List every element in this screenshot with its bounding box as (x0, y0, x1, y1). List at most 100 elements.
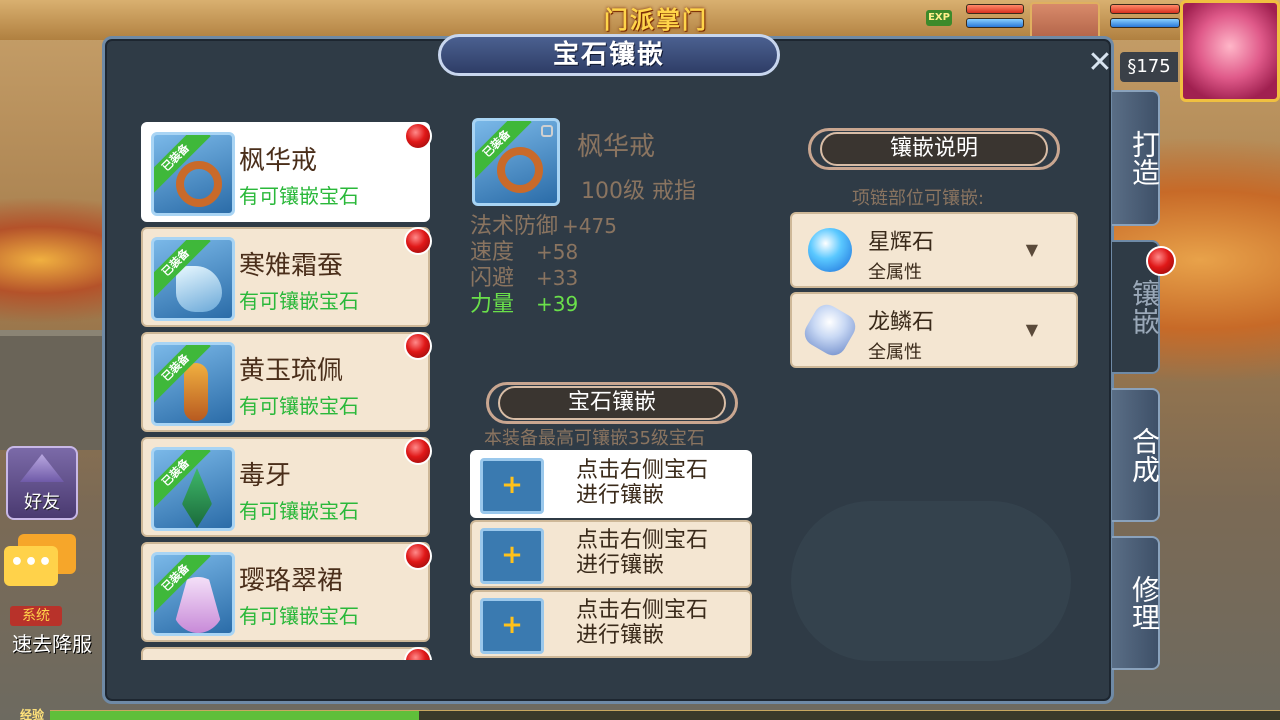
pet-mp-bar (966, 18, 1024, 28)
chat-bubble-front: ••• (4, 546, 58, 586)
equipment-item[interactable]: 已装备 毒牙 有可镶嵌宝石 (141, 437, 432, 537)
gem-name: 星辉石 (868, 230, 935, 255)
notification-dot-icon (404, 122, 432, 150)
hero-status-bars (1110, 4, 1180, 32)
dropdown-arrow-icon[interactable]: ▼ (1026, 240, 1038, 259)
item-name: 黄玉琉佩 (239, 356, 344, 386)
gem-socket[interactable]: + 点击右侧宝石 进行镶嵌 (470, 520, 752, 588)
socket-instruction-line1: 点击右侧宝石 (576, 458, 709, 483)
socket-instruction: 点击右侧宝石 进行镶嵌 (576, 458, 708, 508)
tab-label: 合成 (1128, 427, 1161, 483)
item-name: 毒牙 (239, 461, 292, 491)
stat-value: +39 (536, 292, 579, 316)
skirt-icon: 已装备 (151, 552, 235, 636)
system-tag: 系统 (10, 606, 62, 626)
pet-hp-bar (966, 4, 1024, 14)
tab-synthesize[interactable]: 合成 (1112, 388, 1161, 522)
dropdown-arrow-icon[interactable]: ▼ (1026, 320, 1038, 339)
sect-leader-banner[interactable]: 门派掌门 (604, 0, 708, 35)
socket-instruction: 点击右侧宝石 进行镶嵌 (576, 598, 708, 648)
item-name: 寒雉霜蚕 (239, 251, 344, 281)
equipment-list[interactable]: 已装备 枫华戒 有可镶嵌宝石 已装备 寒雉霜蚕 有可镶嵌宝石 已装备 黄玉琉佩 … (141, 122, 437, 660)
gem-option[interactable]: 星辉石 全属性 ▼ (790, 212, 1078, 288)
socket-instruction-line2: 进行镶嵌 (576, 483, 665, 508)
item-name: 枫华戒 (239, 146, 318, 176)
gem-name: 龙鳞石 (868, 310, 935, 335)
fang-icon: 已装备 (151, 447, 235, 531)
tab-label: 修理 (1128, 575, 1161, 631)
add-gem-icon[interactable]: + (480, 458, 544, 514)
pendant-shape (184, 363, 208, 421)
experience-label: 经验 (20, 708, 45, 720)
equipment-item[interactable]: 已装备 黄玉琉佩 有可镶嵌宝石 (141, 332, 432, 432)
socket-instruction-line2: 进行镶嵌 (576, 553, 665, 578)
tab-label: 镶嵌 (1128, 279, 1161, 335)
stat-row-highlight: 力量 +39 (470, 286, 617, 317)
currency-display: §175 (1120, 52, 1178, 82)
notification-dot-icon (404, 227, 432, 255)
gem-attribute: 全属性 (868, 342, 922, 363)
gem-slot-hint: 项链部位可镶嵌: (852, 188, 985, 209)
dialog-title: 宝石镶嵌 (552, 40, 665, 70)
silk-weapon-icon: 已装备 (151, 237, 235, 321)
socket-instruction: 点击右侧宝石 进行镶嵌 (576, 528, 708, 578)
stat-row: 法术防御 +475 (470, 208, 617, 239)
equipment-item-partial[interactable] (141, 647, 432, 660)
socket-instruction-line2: 进行镶嵌 (576, 623, 665, 648)
notification-dot-icon (1146, 246, 1176, 276)
notification-dot-icon (404, 542, 432, 570)
add-gem-icon[interactable]: + (480, 598, 544, 654)
socket-level-hint: 本装备最高可镶嵌35级宝石 (484, 428, 705, 449)
selected-ring-icon: 已装备 (472, 118, 560, 206)
hero-avatar[interactable] (1180, 0, 1280, 102)
ring-shape (176, 161, 222, 207)
notification-dot-icon (404, 332, 432, 360)
selected-item-name: 枫华戒 (577, 132, 656, 162)
equipment-item[interactable]: 已装备 璎珞翠裙 有可镶嵌宝石 (141, 542, 432, 642)
gem-socket[interactable]: + 点击右侧宝石 进行镶嵌 (470, 590, 752, 658)
dialog-title-plate: 宝石镶嵌 (438, 34, 780, 76)
equipment-item[interactable]: 已装备 枫华戒 有可镶嵌宝石 (141, 122, 432, 222)
system-message[interactable]: 速去降服 (12, 628, 92, 657)
notification-dot-icon (404, 437, 432, 465)
stat-row: 闪避 +33 (470, 260, 617, 291)
inlay-info-title-plate[interactable]: 镶嵌说明 (808, 128, 1060, 170)
tab-forge[interactable]: 打造 (1112, 90, 1161, 226)
tab-label: 打造 (1128, 130, 1161, 186)
add-gem-icon[interactable]: + (480, 528, 544, 584)
silk-shape (176, 266, 222, 312)
socket-instruction-line1: 点击右侧宝石 (576, 598, 709, 623)
socket-section-title-plate: 宝石镶嵌 (486, 382, 738, 424)
item-status: 有可镶嵌宝石 (239, 394, 359, 418)
equipment-item[interactable]: 已装备 寒雉霜蚕 有可镶嵌宝石 (141, 227, 432, 327)
lock-icon (541, 125, 553, 137)
exp-badge: EXP (926, 10, 952, 26)
hero-mp-bar (1110, 18, 1180, 28)
notification-dot-icon (404, 647, 432, 660)
item-status: 有可镶嵌宝石 (239, 604, 359, 628)
gem-socket[interactable]: + 点击右侧宝石 进行镶嵌 (470, 450, 752, 518)
hero-hp-bar (1110, 4, 1180, 14)
friends-label: 好友 (24, 492, 60, 513)
close-icon[interactable]: ✕ (1086, 48, 1114, 78)
experience-bar (50, 710, 1280, 720)
selected-item-level: 100级 戒指 (581, 179, 696, 204)
tab-repair[interactable]: 修理 (1112, 536, 1161, 670)
ring-shape (497, 147, 543, 193)
item-name: 璎珞翠裙 (239, 566, 344, 596)
stat-label: 力量 (470, 292, 515, 317)
experience-fill (50, 711, 419, 720)
pendant-icon: 已装备 (151, 342, 235, 426)
item-status: 有可镶嵌宝石 (239, 184, 359, 208)
ring-icon: 已装备 (151, 132, 235, 216)
chat-icon[interactable]: ••• (4, 534, 76, 594)
socket-section-title: 宝石镶嵌 (567, 390, 656, 415)
item-stats: 法术防御 +475 速度 +58 闪避 +33 力量 +39 (470, 208, 617, 317)
friend-hat-icon (20, 454, 64, 482)
fang-shape (182, 468, 212, 528)
gem-option[interactable]: 龙鳞石 全属性 ▼ (790, 292, 1078, 368)
item-status: 有可镶嵌宝石 (239, 499, 359, 523)
item-status: 有可镶嵌宝石 (239, 289, 359, 313)
cloud-decoration (791, 501, 1071, 661)
friends-button[interactable]: 好友 (6, 446, 78, 520)
